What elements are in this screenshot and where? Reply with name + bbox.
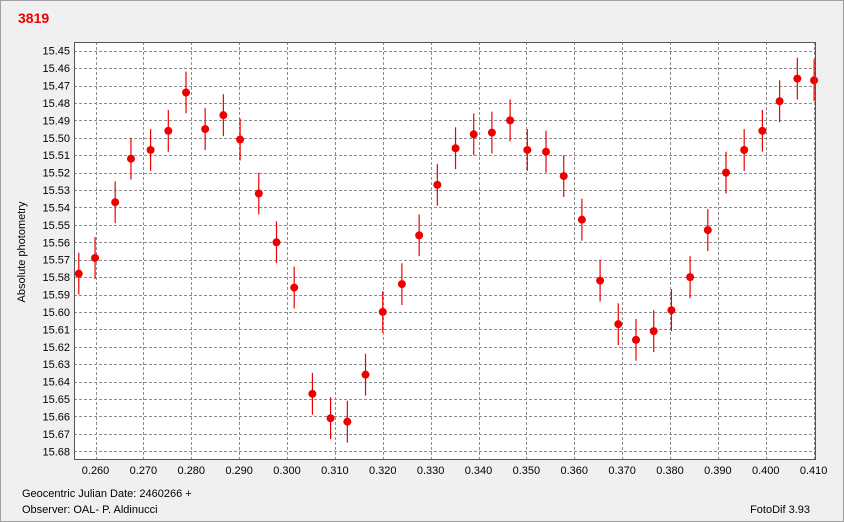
light-curve-plot: 15.45 15.46 15.47 15.48 15.49 15.50 15.51 15.52… [42, 42, 828, 477]
data-marker [740, 145, 749, 154]
x-tick-label: 0.330 [417, 465, 445, 477]
y-tick-label: 15.68 [42, 446, 70, 458]
data-marker [126, 154, 135, 163]
x-tick-label: 0.340 [465, 465, 493, 477]
y-tick-label: 15.45 [42, 46, 70, 58]
data-marker [254, 189, 263, 198]
data-marker [343, 417, 352, 426]
data-marker [810, 76, 819, 85]
x-tick-label: 0.320 [369, 465, 397, 477]
data-marker [775, 97, 784, 106]
y-tick-label: 15.65 [42, 394, 70, 406]
software-version: FotoDif 3.93 [750, 504, 810, 516]
x-axis-tick-labels: 0.260 0.270 0.280 0.290 0.300 0.310 0.320 0.330… [82, 465, 828, 477]
x-tick-label: 0.300 [273, 465, 301, 477]
y-tick-label: 15.54 [42, 202, 70, 214]
y-tick-label: 15.47 [42, 81, 70, 93]
data-marker [451, 144, 460, 153]
y-tick-label: 15.50 [42, 133, 70, 145]
data-marker [308, 389, 317, 398]
y-tick-label: 15.55 [42, 220, 70, 232]
data-marker [146, 145, 155, 154]
data-marker [361, 370, 370, 379]
data-marker [219, 111, 228, 120]
data-marker [433, 180, 442, 189]
y-tick-label: 15.64 [42, 377, 70, 389]
x-tick-label: 0.280 [178, 465, 206, 477]
y-tick-label: 15.52 [42, 168, 70, 180]
data-marker [91, 253, 100, 262]
y-tick-label: 15.66 [42, 411, 70, 423]
x-tick-label: 0.260 [82, 465, 110, 477]
data-marker [577, 215, 586, 224]
y-tick-label: 15.60 [42, 307, 70, 319]
data-marker [326, 414, 335, 423]
data-marker [523, 145, 532, 154]
x-axis-label: Geocentric Julian Date: 2460266 + [22, 488, 192, 500]
y-axis-tick-labels: 15.45 15.46 15.47 15.48 15.49 15.50 15.51 15.52… [42, 46, 70, 459]
y-tick-label: 15.49 [42, 115, 70, 127]
data-marker [378, 307, 387, 316]
x-tick-label: 0.360 [560, 465, 588, 477]
observer-label: Observer: OAL- P. Aldinucci [22, 504, 158, 516]
plot-area [74, 42, 816, 460]
x-tick-label: 0.380 [656, 465, 684, 477]
data-marker [703, 226, 712, 235]
y-tick-label: 15.62 [42, 342, 70, 354]
data-marker [74, 269, 83, 278]
y-tick-label: 15.56 [42, 237, 70, 249]
x-tick-label: 0.390 [704, 465, 732, 477]
data-marker [649, 327, 658, 336]
data-marker [272, 238, 281, 247]
data-marker [542, 147, 551, 156]
data-marker [182, 88, 191, 97]
y-tick-label: 15.58 [42, 272, 70, 284]
data-marker [415, 231, 424, 240]
data-marker [614, 320, 623, 329]
x-tick-label: 0.400 [752, 465, 780, 477]
x-tick-label: 0.350 [513, 465, 541, 477]
x-tick-label: 0.270 [130, 465, 158, 477]
data-marker [758, 126, 767, 135]
data-marker [487, 128, 496, 137]
data-marker [201, 125, 210, 134]
y-tick-label: 15.57 [42, 255, 70, 267]
y-tick-label: 15.48 [42, 98, 70, 110]
data-marker [469, 130, 478, 139]
data-marker [559, 172, 568, 181]
y-tick-label: 15.46 [42, 63, 70, 75]
data-marker [506, 116, 515, 125]
data-marker [397, 280, 406, 289]
y-axis-label: Absolute photometry [16, 201, 28, 303]
y-tick-label: 15.53 [42, 185, 70, 197]
x-tick-label: 0.310 [321, 465, 349, 477]
data-marker [596, 276, 605, 285]
x-tick-label: 0.290 [225, 465, 253, 477]
data-marker [290, 283, 299, 292]
y-tick-label: 15.59 [42, 290, 70, 302]
data-marker [236, 135, 245, 144]
y-tick-label: 15.51 [42, 150, 70, 162]
data-marker [686, 273, 695, 282]
y-tick-label: 15.63 [42, 359, 70, 371]
data-marker [632, 335, 641, 344]
data-marker [111, 198, 120, 207]
y-tick-label: 15.67 [42, 429, 70, 441]
x-tick-label: 0.370 [608, 465, 636, 477]
y-tick-label: 15.61 [42, 324, 70, 336]
x-tick-label: 0.410 [800, 465, 828, 477]
data-marker [164, 126, 173, 135]
data-marker [722, 168, 731, 177]
data-marker [667, 306, 676, 315]
data-marker [793, 74, 802, 83]
